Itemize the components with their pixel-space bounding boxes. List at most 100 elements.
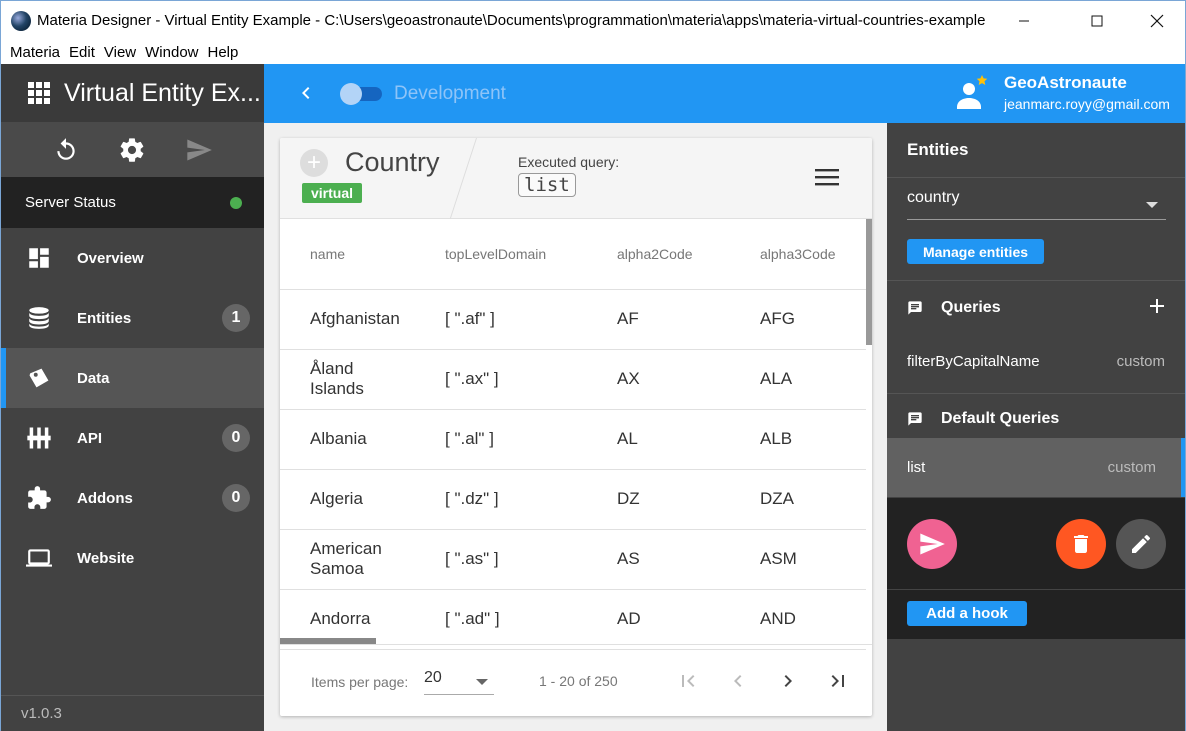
api-icon (25, 424, 53, 452)
deploy-button[interactable] (184, 135, 214, 165)
cell-name: Algeria (280, 469, 445, 530)
menu-window[interactable]: Window (145, 44, 198, 61)
sidebar-item-data[interactable]: Data (1, 348, 264, 408)
dropdown-arrow-icon (476, 679, 488, 685)
apps-grid-icon[interactable] (28, 82, 50, 104)
first-page-button[interactable] (674, 667, 702, 695)
server-status-label: Server Status (25, 194, 116, 211)
sidebar-item-api[interactable]: API 0 (1, 408, 264, 468)
sidebar-item-label: API (77, 429, 103, 447)
items-per-page-value: 20 (424, 669, 442, 686)
cell-alpha3code: ALB (760, 409, 866, 470)
column-header-topleveldomain[interactable]: topLevelDomain (445, 219, 617, 290)
next-page-button[interactable] (774, 667, 802, 695)
column-header-name[interactable]: name (280, 219, 445, 290)
entity-select-value: country (907, 189, 960, 206)
default-query-item[interactable]: list custom (887, 438, 1185, 497)
cell-alpha2code: AF (617, 289, 760, 350)
dashboard-icon (25, 244, 53, 272)
menu-materia[interactable]: Materia (10, 44, 60, 61)
default-queries-section-header: Default Queries (907, 410, 1059, 428)
previous-page-button[interactable] (724, 667, 752, 695)
api-count-badge: 0 (222, 424, 250, 452)
settings-button[interactable] (117, 135, 147, 165)
last-page-button[interactable] (824, 667, 852, 695)
sidebar-item-website[interactable]: Website (1, 528, 264, 588)
menu-view[interactable]: View (104, 44, 136, 61)
cell-name-text: American Samoa (310, 539, 382, 578)
title-bar: Materia Designer - Virtual Entity Exampl… (1, 1, 1185, 40)
table-row[interactable]: Algeria [ ".dz" ] DZ DZA (280, 469, 866, 530)
app-version: v1.0.3 (1, 695, 264, 731)
sidebar-item-label: Overview (77, 249, 144, 267)
cell-topleveldomain: [ ".dz" ] (445, 469, 617, 530)
user-avatar-icon[interactable] (956, 73, 990, 113)
gear-icon (121, 137, 144, 162)
cell-alpha3code: ASM (760, 529, 866, 590)
restart-button[interactable] (51, 135, 81, 165)
cell-alpha3code: ALA (760, 349, 866, 410)
panel-title: Entities (907, 140, 969, 159)
query-type: custom (1107, 459, 1156, 476)
cell-alpha2code: AL (617, 409, 760, 470)
menu-help[interactable]: Help (208, 44, 239, 61)
queries-section-header: Queries (907, 299, 1001, 317)
entity-name: Country (345, 147, 440, 177)
table-row[interactable]: Albania [ ".al" ] AL ALB (280, 409, 866, 470)
puzzle-icon (25, 484, 53, 512)
sidebar-item-label: Entities (77, 309, 132, 327)
vertical-scrollbar[interactable] (866, 219, 872, 345)
add-record-button[interactable]: + (300, 149, 328, 177)
divider (887, 393, 1185, 394)
items-per-page-select[interactable]: 20 (424, 669, 494, 695)
server-status-indicator (230, 196, 242, 209)
close-window-button[interactable] (1134, 1, 1180, 40)
data-table: name topLevelDomain alpha2Code alpha3Cod… (280, 219, 866, 650)
maximize-icon (1091, 15, 1103, 26)
environment-toggle[interactable] (340, 83, 384, 105)
card-menu-button[interactable] (814, 167, 840, 187)
add-hook-button[interactable]: Add a hook (907, 601, 1027, 626)
delete-query-button[interactable] (1056, 519, 1106, 569)
menu-bar: Materia Edit View Window Help (1, 40, 1185, 64)
close-icon (1150, 14, 1164, 27)
sidebar-item-label: Website (77, 549, 135, 567)
cell-topleveldomain: [ ".al" ] (445, 409, 617, 470)
table-row[interactable]: Åland Islands [ ".ax" ] AX ALA (280, 349, 866, 410)
sidebar-item-addons[interactable]: Addons 0 (1, 468, 264, 528)
divider (887, 177, 1185, 178)
plus-icon: + (306, 149, 321, 176)
environment-label: Development (394, 83, 506, 104)
table-row[interactable]: Afghanistan [ ".af" ] AF AFG (280, 289, 866, 350)
cell-alpha3code: DZA (760, 469, 866, 530)
first-page-icon (682, 675, 695, 687)
materia-logo-icon (11, 10, 31, 31)
table-row[interactable]: American Samoa [ ".as" ] AS ASM (280, 529, 866, 590)
edit-query-button[interactable] (1116, 519, 1166, 569)
app-title: Virtual Entity Ex... (64, 78, 261, 107)
entities-count-badge: 1 (222, 304, 250, 332)
column-header-alpha2code[interactable]: alpha2Code (617, 219, 760, 290)
column-header-alpha3code[interactable]: alpha3Code (760, 219, 866, 290)
query-item[interactable]: filterByCapitalName custom (887, 332, 1185, 391)
menu-edit[interactable]: Edit (69, 44, 95, 61)
dropdown-arrow-icon (1146, 202, 1158, 208)
cell-alpha2code: AD (617, 589, 760, 650)
sidebar-header: Virtual Entity Ex... (1, 64, 264, 122)
card-header: + Country virtual Executed query: list (280, 138, 872, 219)
sidebar-item-entities[interactable]: Entities 1 (1, 288, 264, 348)
back-button[interactable] (294, 81, 318, 105)
query-type: custom (1116, 353, 1165, 370)
maximize-button[interactable] (1074, 1, 1120, 40)
entity-select[interactable]: country (907, 189, 1166, 220)
manage-entities-button[interactable]: Manage entities (907, 239, 1044, 264)
run-query-button[interactable] (907, 519, 957, 569)
minimize-button[interactable] (1001, 1, 1047, 40)
cell-topleveldomain: [ ".ad" ] (445, 589, 617, 650)
data-card: + Country virtual Executed query: list n… (280, 138, 872, 716)
server-status[interactable]: Server Status (1, 177, 264, 228)
trash-icon (1074, 535, 1088, 553)
add-query-button[interactable] (1145, 294, 1169, 318)
sidebar-item-overview[interactable]: Overview (1, 228, 264, 288)
executed-query-value: list (518, 173, 576, 197)
